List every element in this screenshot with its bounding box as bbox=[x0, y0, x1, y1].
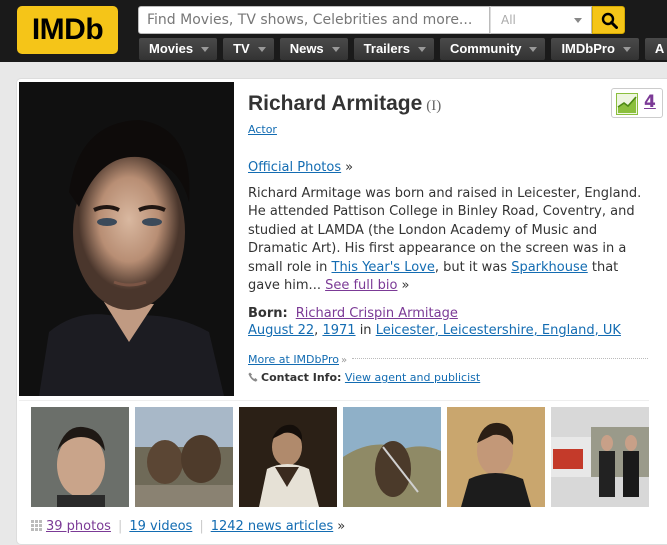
raquo-icon: » bbox=[345, 160, 354, 175]
born-label: Born: bbox=[248, 306, 288, 321]
starmeter-trend-icon bbox=[616, 93, 638, 115]
nav-imdbpro[interactable]: IMDbPro bbox=[551, 38, 639, 60]
grid-icon bbox=[31, 520, 42, 531]
divider bbox=[19, 400, 649, 401]
chevron-down-icon bbox=[331, 47, 340, 53]
birth-name-link[interactable]: Richard Crispin Armitage bbox=[296, 306, 458, 321]
nav-label: Community bbox=[449, 41, 522, 56]
search-input[interactable] bbox=[138, 6, 490, 34]
more-at-imdbpro: More at IMDbPro» bbox=[248, 353, 347, 366]
nav-label: IMDbPro bbox=[561, 41, 615, 56]
view-agent-link[interactable]: View agent and publicist bbox=[345, 371, 480, 384]
birth-year-link[interactable]: 1971 bbox=[322, 323, 355, 338]
date-comma: , bbox=[314, 323, 319, 338]
site-header: IMDb All Movies TV News Trailers Communi… bbox=[0, 0, 667, 62]
bio-link-this-years-love[interactable]: This Year's Love bbox=[332, 260, 435, 275]
contact-info-label: Contact Info: bbox=[261, 371, 342, 384]
nav-community[interactable]: Community bbox=[439, 38, 546, 60]
nav-label: News bbox=[289, 41, 324, 56]
nav-label: A bbox=[654, 41, 665, 56]
search-button[interactable] bbox=[592, 6, 625, 34]
nav-trailers[interactable]: Trailers bbox=[353, 38, 434, 60]
nav-tv[interactable]: TV bbox=[223, 38, 274, 60]
nav-label: Movies bbox=[149, 41, 194, 56]
chevron-down-icon bbox=[574, 18, 582, 23]
separator: | bbox=[117, 519, 123, 534]
person-name: Richard Armitage (I) bbox=[248, 92, 441, 116]
imdb-logo[interactable]: IMDb bbox=[17, 6, 118, 54]
raquo-icon: » bbox=[337, 519, 346, 534]
birth-place-link[interactable]: Leicester, Leicestershire, England, UK bbox=[376, 323, 621, 338]
chevron-down-icon bbox=[622, 47, 631, 53]
chevron-down-icon bbox=[417, 47, 426, 53]
name-disambiguator: (I) bbox=[426, 98, 442, 114]
photo-thumbnail[interactable] bbox=[447, 407, 545, 507]
role-link-actor[interactable]: Actor bbox=[248, 123, 277, 136]
born-info: Born: Richard Crispin Armitage August 22,… bbox=[248, 305, 648, 339]
divider bbox=[352, 358, 648, 359]
bio-text: , but it was bbox=[434, 259, 512, 275]
search-category-select[interactable]: All bbox=[490, 6, 592, 34]
photo-thumbnail[interactable] bbox=[343, 407, 441, 507]
photos-link[interactable]: 39 photos bbox=[46, 519, 111, 534]
nav-more[interactable]: A bbox=[644, 38, 667, 60]
birth-date-link[interactable]: August 22 bbox=[248, 323, 314, 338]
raquo-icon: » bbox=[401, 278, 410, 294]
chevron-down-icon bbox=[257, 47, 266, 53]
person-photo[interactable] bbox=[19, 82, 234, 396]
media-links: 39 photos | 19 videos | 1242 news articles» bbox=[31, 519, 345, 534]
official-photos-link[interactable]: Official Photos bbox=[248, 160, 341, 175]
chevron-down-icon bbox=[529, 47, 538, 53]
nav-news[interactable]: News bbox=[279, 38, 348, 60]
contact-info-row: Contact Info: View agent and publicist bbox=[248, 371, 480, 384]
main-nav: Movies TV News Trailers Community IMDbPr… bbox=[139, 38, 667, 60]
nav-label: Trailers bbox=[363, 41, 410, 56]
photo-thumbnail[interactable] bbox=[239, 407, 337, 507]
see-full-bio-link[interactable]: See full bio bbox=[325, 278, 397, 293]
photo-thumbnail[interactable] bbox=[551, 407, 649, 507]
chevron-down-icon bbox=[201, 47, 210, 53]
news-articles-link[interactable]: 1242 news articles bbox=[211, 519, 334, 534]
starmeter-rank[interactable]: 4 bbox=[644, 92, 656, 112]
bio-summary: Richard Armitage was born and raised in … bbox=[248, 185, 648, 295]
phone-icon bbox=[248, 372, 258, 382]
search-category-value: All bbox=[501, 13, 516, 27]
nav-movies[interactable]: Movies bbox=[139, 38, 218, 60]
separator: | bbox=[199, 519, 204, 534]
photo-thumbnail[interactable] bbox=[31, 407, 129, 507]
bio-link-sparkhouse[interactable]: Sparkhouse bbox=[511, 260, 588, 275]
person-name-text: Richard Armitage bbox=[248, 92, 423, 115]
born-in-text: in bbox=[359, 323, 372, 338]
starmeter-widget[interactable]: 4 bbox=[611, 88, 663, 118]
more-at-imdbpro-link[interactable]: More at IMDbPro bbox=[248, 353, 339, 366]
photo-thumbnail[interactable] bbox=[135, 407, 233, 507]
official-photos-row: Official Photos » bbox=[248, 160, 353, 175]
nav-label: TV bbox=[233, 41, 250, 56]
raquo-icon: » bbox=[340, 355, 348, 366]
search-icon bbox=[601, 12, 618, 29]
videos-link[interactable]: 19 videos bbox=[129, 519, 192, 534]
